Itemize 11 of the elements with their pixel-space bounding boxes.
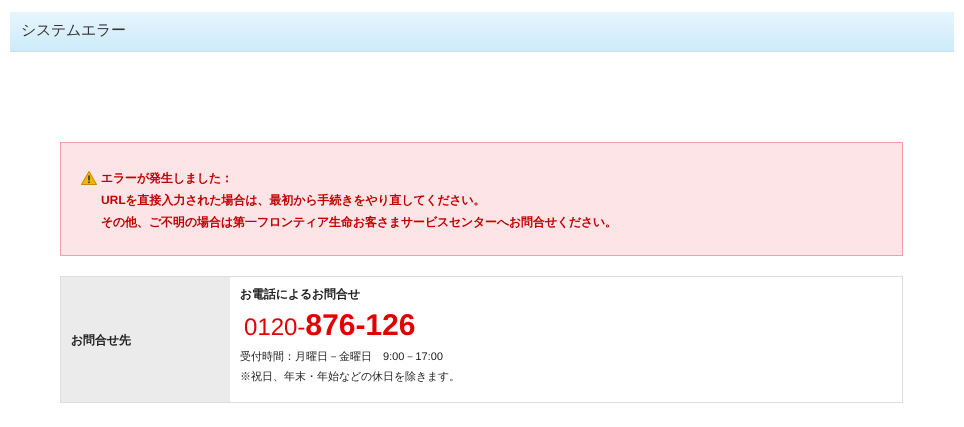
error-message: その他、ご不明の場合は第一フロンティア生命お客さまサービスセンターへお問合せください。: [101, 214, 618, 231]
business-hours: 受付時間：月曜日－金曜日 9:00－17:00: [240, 350, 444, 365]
error-heading: エラーが発生しました：: [101, 170, 233, 187]
phone-prefix: 0120-: [244, 313, 306, 343]
error-message: URLを直接入力された場合は、最初から手続きをやり直してください。: [101, 192, 487, 209]
phone-number: 876-126: [305, 309, 416, 343]
contact-title: お電話によるお問合せ: [240, 286, 361, 303]
contact-label: お問合せ先: [71, 332, 131, 348]
holiday-note: ※祝日、年末・年始などの休日を除きます。: [240, 370, 461, 384]
page-title: システムエラー: [21, 21, 126, 42]
warning-icon: [81, 171, 97, 185]
